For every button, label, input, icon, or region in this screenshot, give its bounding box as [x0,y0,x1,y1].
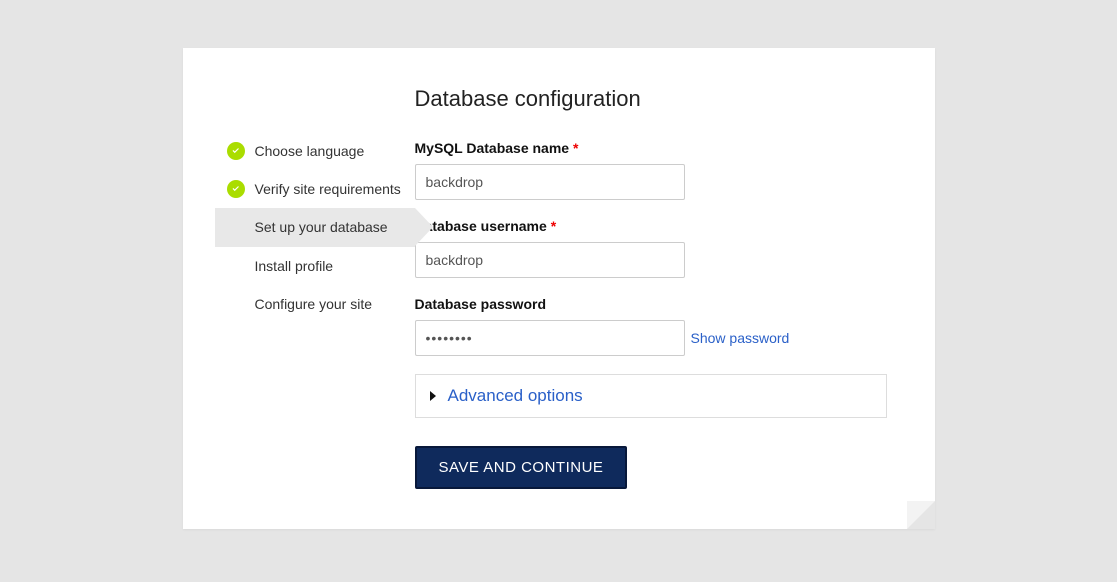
label-db-password: Database password [415,296,887,312]
step-label: Configure your site [255,295,373,313]
label-db-name: MySQL Database name * [415,140,887,156]
advanced-options-toggle[interactable]: Advanced options [415,374,887,418]
step-label: Install profile [255,257,334,275]
input-db-name[interactable] [415,164,685,200]
save-continue-button[interactable]: SAVE AND CONTINUE [415,446,628,489]
step-label: Verify site requirements [255,180,401,198]
step-label: Set up your database [255,218,388,236]
show-password-link[interactable]: Show password [691,330,790,346]
main-content: Database configuration MySQL Database na… [415,48,935,529]
page-title: Database configuration [415,86,887,112]
triangle-right-icon [430,391,436,401]
step-verify-requirements: Verify site requirements [215,170,415,208]
step-choose-language: Choose language [215,132,415,170]
input-db-username[interactable] [415,242,685,278]
corner-fold-icon[interactable] [907,501,935,529]
installer-card: Choose language Verify site requirements… [183,48,935,529]
field-db-password: Database password Show password [415,296,887,356]
input-db-password[interactable] [415,320,685,356]
step-configure-site: Configure your site [215,285,415,323]
label-db-username: Database username * [415,218,887,234]
advanced-options-label: Advanced options [448,386,583,406]
step-setup-database: Set up your database [215,208,415,246]
required-marker: * [551,218,556,234]
field-db-name: MySQL Database name * [415,140,887,200]
steps-sidebar: Choose language Verify site requirements… [183,48,415,529]
step-label: Choose language [255,142,365,160]
check-icon [227,180,245,198]
required-marker: * [573,140,578,156]
field-db-username: Database username * [415,218,887,278]
step-install-profile: Install profile [215,247,415,285]
check-icon [227,142,245,160]
